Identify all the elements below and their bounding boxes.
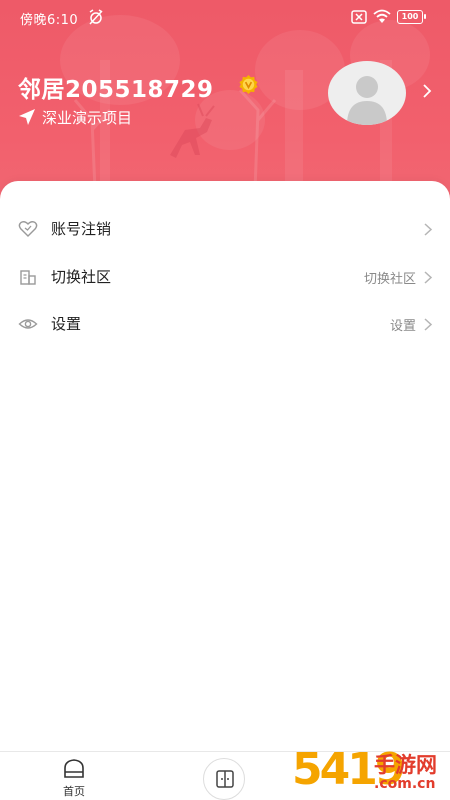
menu-item-settings[interactable]: 设置 设置 [0,304,450,344]
menu-value: 设置 [389,319,416,334]
home-icon [64,759,84,778]
profile-name[interactable]: 邻居205518729 [18,70,214,104]
tab-home[interactable]: 首页 [50,755,98,798]
door-icon [216,770,234,788]
menu-label: 切换社区 [51,268,112,286]
battery-indicator: 100 [397,10,426,24]
watermark-logo: 5419 手游网 .com.cn [292,745,450,800]
wifi-icon [373,9,391,23]
tab-home-label: 首页 [63,785,85,798]
sim-icon [351,10,367,24]
eye-icon [18,319,38,329]
menu-label: 账号注销 [51,220,112,238]
alarm-off-icon [89,9,103,25]
status-time: 傍晚6:10 [20,13,79,28]
location-arrow-icon [19,109,35,125]
watermark-text: 手游网 [374,753,437,777]
menu-label: 设置 [51,315,82,333]
verified-badge-icon [239,74,258,95]
tab-open-door[interactable] [203,758,245,800]
building-icon [20,270,36,285]
menu-value: 切换社区 [363,272,416,287]
watermark-domain: .com.cn [374,776,436,792]
avatar[interactable] [328,61,406,125]
menu-card: 账号注销 切换社区 切换社区 设置 设置 [0,181,450,751]
chevron-right-icon [424,223,433,236]
profile-chevron-right-icon[interactable] [421,82,433,100]
chevron-right-icon [424,318,433,331]
menu-item-account-cancel[interactable]: 账号注销 [0,209,450,249]
menu-item-switch-community[interactable]: 切换社区 切换社区 [0,257,450,297]
avatar-placeholder-icon [347,76,387,125]
heart-outline-icon [18,221,38,237]
status-bar: 傍晚6:10 100 [0,0,450,34]
chevron-right-icon [424,271,433,284]
project-name: 深业演示项目 [42,109,133,127]
